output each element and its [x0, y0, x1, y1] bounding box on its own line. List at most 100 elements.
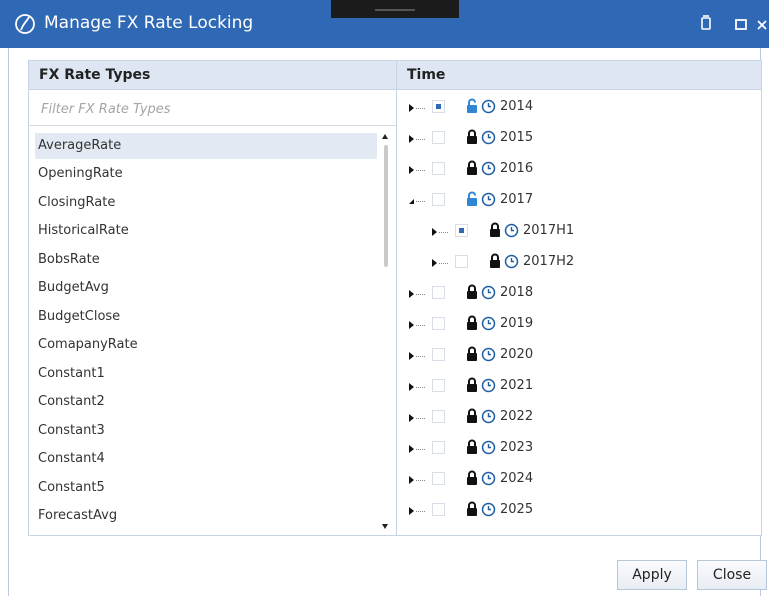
- tree-connector: [416, 139, 425, 140]
- pin-icon[interactable]: [697, 14, 715, 34]
- clock-icon[interactable]: [481, 378, 496, 393]
- tree-row[interactable]: 2017H1: [397, 219, 727, 245]
- list-item-forecastavg[interactable]: ForecastAvg: [35, 503, 377, 529]
- clock-icon[interactable]: [504, 254, 519, 269]
- expand-triangle-right-icon[interactable]: [409, 476, 414, 484]
- tree-checkbox[interactable]: [432, 286, 445, 299]
- expand-triangle-right-icon[interactable]: [432, 259, 437, 267]
- tree-row[interactable]: 2019: [397, 312, 727, 338]
- clock-icon[interactable]: [481, 502, 496, 517]
- expand-triangle-right-icon[interactable]: [409, 507, 414, 515]
- lock-icon[interactable]: [488, 253, 502, 269]
- fx-rate-types-list: AverageRate OpeningRate ClosingRate Hist…: [29, 129, 395, 535]
- lock-icon[interactable]: [488, 222, 502, 238]
- lock-icon[interactable]: [465, 129, 479, 145]
- window-title: Manage FX Rate Locking: [44, 13, 254, 33]
- tree-row[interactable]: 2020: [397, 343, 727, 369]
- tree-checkbox[interactable]: [455, 224, 468, 237]
- tree-row[interactable]: 2014: [397, 95, 727, 121]
- tree-checkbox[interactable]: [432, 379, 445, 392]
- scroll-up-arrow-icon[interactable]: [382, 134, 388, 139]
- clock-icon[interactable]: [481, 471, 496, 486]
- expand-triangle-right-icon[interactable]: [409, 352, 414, 360]
- lock-icon[interactable]: [465, 470, 479, 486]
- tree-row[interactable]: 2017H2: [397, 250, 727, 276]
- clock-icon[interactable]: [481, 316, 496, 331]
- clock-icon[interactable]: [481, 130, 496, 145]
- lock-icon[interactable]: [465, 160, 479, 176]
- tree-checkbox[interactable]: [455, 255, 468, 268]
- lock-icon[interactable]: [465, 408, 479, 424]
- expand-triangle-right-icon[interactable]: [409, 135, 414, 143]
- scroll-down-arrow-icon[interactable]: [382, 524, 388, 529]
- clock-icon[interactable]: [481, 192, 496, 207]
- tree-row[interactable]: 2017: [397, 188, 727, 214]
- expand-triangle-right-icon[interactable]: [409, 321, 414, 329]
- expand-triangle-down-icon[interactable]: [409, 199, 414, 204]
- list-item-constant3[interactable]: Constant3: [35, 418, 377, 444]
- list-item-constant4[interactable]: Constant4: [35, 446, 377, 472]
- tree-row[interactable]: 2018: [397, 281, 727, 307]
- clock-icon[interactable]: [481, 285, 496, 300]
- tree-checkbox[interactable]: [432, 100, 445, 113]
- close-button[interactable]: Close: [697, 560, 767, 590]
- tree-row[interactable]: 2022: [397, 405, 727, 431]
- expand-triangle-right-icon[interactable]: [409, 104, 414, 112]
- expand-triangle-right-icon[interactable]: [432, 228, 437, 236]
- tree-row[interactable]: 2024: [397, 467, 727, 493]
- list-item-bobsrate[interactable]: BobsRate: [35, 247, 377, 273]
- tree-row[interactable]: 2023: [397, 436, 727, 462]
- fx-rate-types-header: FX Rate Types: [29, 61, 396, 90]
- title-bar[interactable]: Manage FX Rate Locking: [0, 0, 769, 48]
- clock-icon[interactable]: [481, 161, 496, 176]
- tree-checkbox[interactable]: [432, 317, 445, 330]
- lock-icon[interactable]: [465, 284, 479, 300]
- tree-checkbox[interactable]: [432, 348, 445, 361]
- list-item-budgetavg[interactable]: BudgetAvg: [35, 275, 377, 301]
- list-item-historicalrate[interactable]: HistoricalRate: [35, 218, 377, 244]
- lock-icon[interactable]: [465, 315, 479, 331]
- clock-icon[interactable]: [481, 409, 496, 424]
- scroll-thumb[interactable]: [384, 145, 388, 267]
- clock-icon[interactable]: [481, 347, 496, 362]
- expand-triangle-right-icon[interactable]: [409, 166, 414, 174]
- tree-row[interactable]: 2021: [397, 374, 727, 400]
- list-item-openingrate[interactable]: OpeningRate: [35, 161, 377, 187]
- tree-checkbox[interactable]: [432, 441, 445, 454]
- list-scrollbar[interactable]: [379, 129, 393, 535]
- unlock-icon[interactable]: [465, 191, 479, 207]
- maximize-icon[interactable]: [733, 14, 751, 34]
- unlock-icon[interactable]: [465, 98, 479, 114]
- close-icon[interactable]: [755, 14, 769, 34]
- lock-icon[interactable]: [465, 501, 479, 517]
- clock-icon[interactable]: [504, 223, 519, 238]
- drag-handle[interactable]: [331, 0, 459, 18]
- lock-icon[interactable]: [465, 439, 479, 455]
- tree-checkbox[interactable]: [432, 162, 445, 175]
- list-item-closingrate[interactable]: ClosingRate: [35, 190, 377, 216]
- expand-triangle-right-icon[interactable]: [409, 383, 414, 391]
- list-item-comapanyrate[interactable]: ComapanyRate: [35, 332, 377, 358]
- tree-row[interactable]: 2015: [397, 126, 727, 152]
- list-item-averagerate[interactable]: AverageRate: [35, 133, 377, 159]
- expand-triangle-right-icon[interactable]: [409, 290, 414, 298]
- list-item-budgetclose[interactable]: BudgetClose: [35, 304, 377, 330]
- lock-icon[interactable]: [465, 346, 479, 362]
- list-item-constant1[interactable]: Constant1: [35, 361, 377, 387]
- lock-icon[interactable]: [465, 377, 479, 393]
- list-item-constant5[interactable]: Constant5: [35, 475, 377, 501]
- list-item-constant2[interactable]: Constant2: [35, 389, 377, 415]
- clock-icon[interactable]: [481, 99, 496, 114]
- expand-triangle-right-icon[interactable]: [409, 445, 414, 453]
- tree-row[interactable]: 2016: [397, 157, 727, 183]
- apply-button[interactable]: Apply: [617, 560, 687, 590]
- tree-checkbox[interactable]: [432, 472, 445, 485]
- tree-checkbox[interactable]: [432, 503, 445, 516]
- expand-triangle-right-icon[interactable]: [409, 414, 414, 422]
- tree-checkbox[interactable]: [432, 410, 445, 423]
- tree-checkbox[interactable]: [432, 131, 445, 144]
- clock-icon[interactable]: [481, 440, 496, 455]
- tree-checkbox[interactable]: [432, 193, 445, 206]
- tree-row[interactable]: 2025: [397, 498, 727, 524]
- filter-fx-rate-types-input[interactable]: [39, 101, 359, 118]
